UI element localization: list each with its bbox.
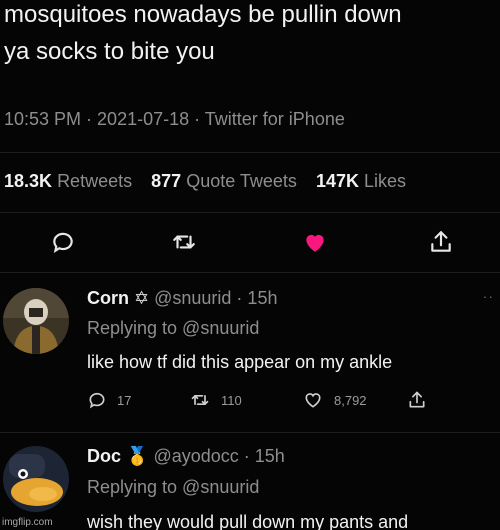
quotes-count[interactable]: 877 [151, 171, 181, 191]
divider [0, 432, 500, 433]
retweets-label[interactable]: Retweets [57, 171, 132, 191]
likes-label[interactable]: Likes [364, 171, 406, 191]
avatar[interactable] [3, 446, 69, 512]
reply-tweet[interactable]: Corn ✡ @snuurid · 15h ·· Replying to @sn… [0, 280, 500, 430]
watermark: imgflip.com [2, 517, 53, 528]
reply-count: 17 [117, 392, 132, 408]
reply-share-action[interactable] [407, 390, 427, 410]
share-icon [409, 391, 425, 408]
divider [0, 212, 500, 213]
reply-like-action[interactable]: 8,792 [302, 390, 367, 410]
tweet-text-line-2: ya socks to bite you [4, 38, 215, 65]
tweet-actions [0, 226, 500, 258]
replying-to[interactable]: Replying to @snuurid [87, 477, 259, 498]
badge-icon: ✡ [134, 288, 150, 308]
more-icon[interactable]: ·· [483, 288, 494, 304]
reply-name-line: Corn ✡ @snuurid · 15h [87, 288, 277, 309]
badge-icon: 🥇 [126, 446, 149, 466]
likes-count[interactable]: 147K [316, 171, 359, 191]
replying-to[interactable]: Replying to @snuurid [87, 318, 259, 339]
like-count: 8,792 [334, 392, 367, 408]
heart-filled-icon[interactable] [299, 226, 331, 258]
reply-tweet[interactable]: Doc 🥇 @ayodocc · 15h Replying to @snuuri… [0, 440, 500, 530]
heart-icon [305, 393, 321, 408]
quotes-label[interactable]: Quote Tweets [186, 171, 297, 191]
reply-text: like how tf did this appear on my ankle [87, 352, 393, 372]
tweet-meta[interactable]: 10:53 PM · 2021-07-18 · Twitter for iPho… [4, 109, 345, 130]
display-name[interactable]: Corn [87, 288, 129, 308]
retweet-count: 110 [221, 392, 242, 408]
comment-icon [89, 392, 105, 409]
display-name[interactable]: Doc [87, 446, 121, 466]
avatar[interactable] [3, 288, 69, 354]
comment-icon[interactable] [47, 226, 79, 258]
retweet-icon[interactable] [168, 226, 200, 258]
share-icon[interactable] [425, 226, 457, 258]
divider [0, 272, 500, 273]
reply-comment-action[interactable]: 17 [87, 390, 131, 410]
tweet-text-line-1: mosquitoes nowadays be pullin down [4, 1, 402, 28]
handle-time[interactable]: @ayodocc · 15h [153, 446, 284, 466]
divider [0, 152, 500, 153]
tweet-stats: 18.3K Retweets 877 Quote Tweets 147K Lik… [4, 171, 406, 192]
reply-actions: 17 110 8,792 [87, 390, 447, 414]
retweet-icon [191, 395, 209, 405]
reply-retweet-action[interactable]: 110 [189, 390, 242, 410]
reply-text: wish they would pull down my pants and [87, 512, 409, 530]
retweets-count[interactable]: 18.3K [4, 171, 52, 191]
tweet-text: mosquitoes nowadays be pullin down ya so… [4, 0, 494, 70]
handle-time[interactable]: @snuurid · 15h [154, 288, 277, 308]
reply-name-line: Doc 🥇 @ayodocc · 15h [87, 446, 285, 467]
